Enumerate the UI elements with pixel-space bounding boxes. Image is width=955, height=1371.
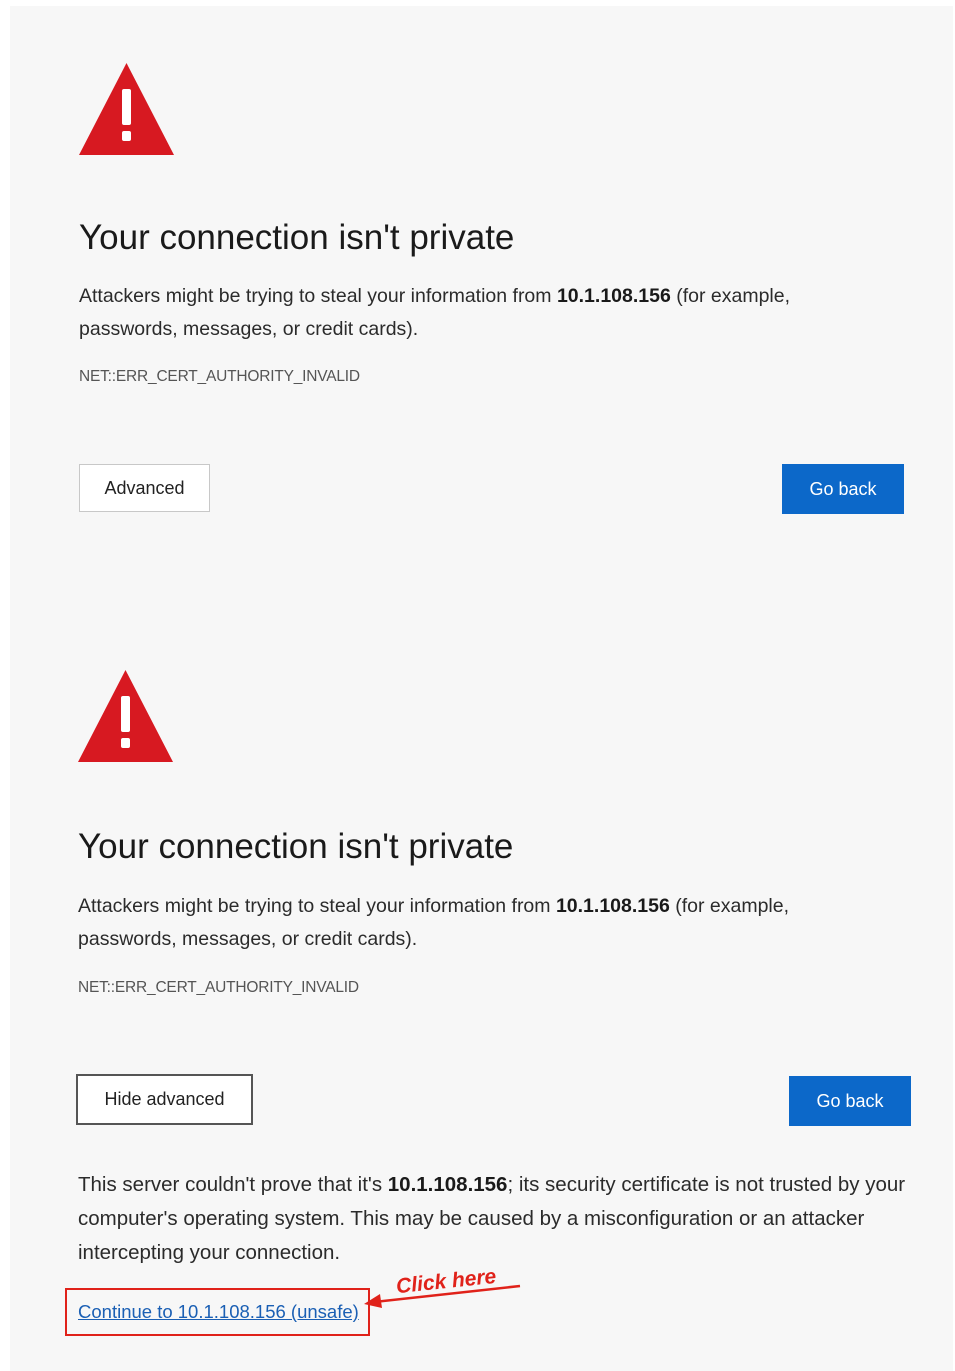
go-back-button[interactable]: Go back — [782, 464, 904, 514]
proceed-unsafe-link[interactable]: Continue to 10.1.108.156 (unsafe) — [78, 1301, 359, 1323]
error-code: NET::ERR_CERT_AUTHORITY_INVALID — [79, 368, 360, 385]
warning-triangle-icon — [79, 63, 174, 155]
host-address: 10.1.108.156 — [387, 1173, 508, 1196]
go-back-button[interactable]: Go back — [789, 1076, 911, 1126]
page-title: Your connection isn't private — [78, 827, 514, 866]
host-address: 10.1.108.156 — [556, 285, 671, 307]
error-description: Attackers might be trying to steal your … — [78, 895, 790, 950]
error-description: Attackers might be trying to steal your … — [79, 285, 791, 340]
error-code: NET::ERR_CERT_AUTHORITY_INVALID — [78, 979, 359, 996]
page-title: Your connection isn't private — [79, 218, 515, 257]
advanced-details: This server couldn't prove that it's 10.… — [78, 1173, 906, 1264]
advanced-button[interactable]: Advanced — [79, 464, 210, 512]
warning-triangle-icon — [78, 670, 173, 762]
host-address: 10.1.108.156 — [555, 895, 670, 917]
hide-advanced-button[interactable]: Hide advanced — [76, 1074, 253, 1125]
